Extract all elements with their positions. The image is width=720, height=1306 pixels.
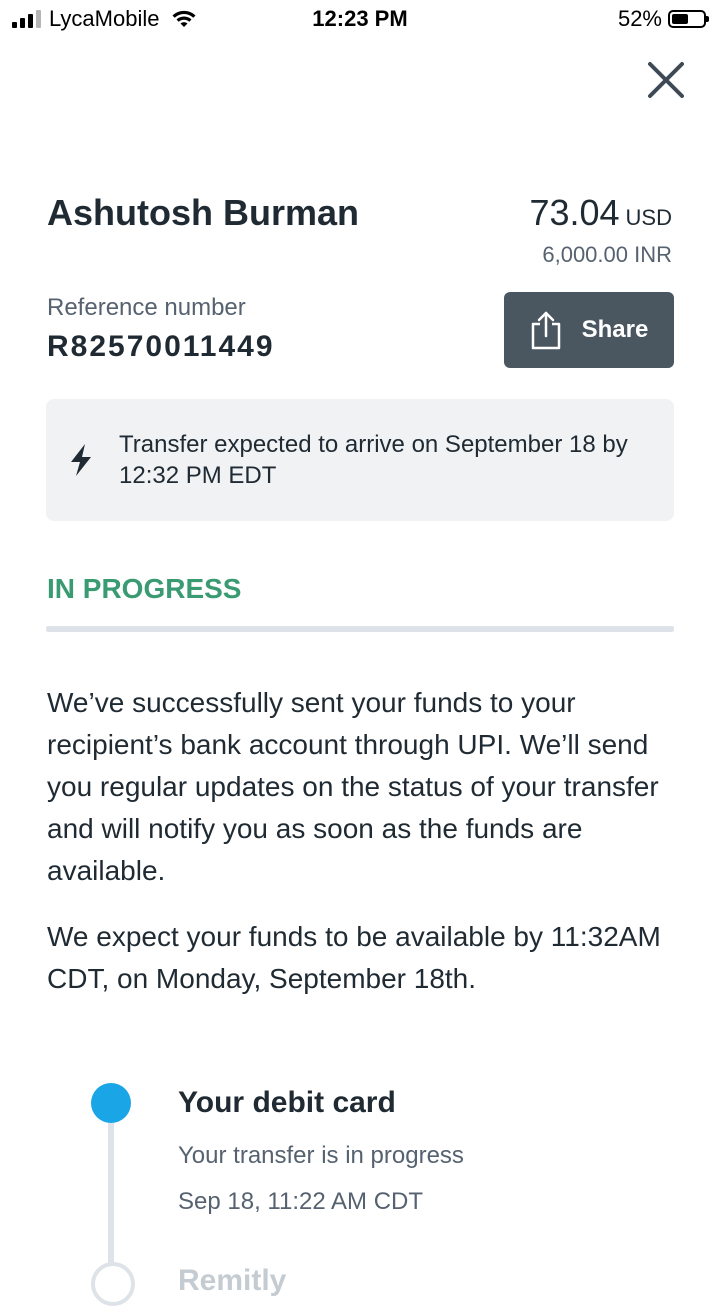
close-button[interactable] [642, 56, 690, 104]
status-right: 52% [617, 6, 709, 32]
timeline-dot-active [91, 1083, 131, 1123]
amount-value: 73.04 [529, 192, 620, 233]
recipient-name: Ashutosh Burman [47, 192, 360, 233]
reference-number: R82570011449 [47, 330, 275, 363]
timeline-step-date: Sep 18, 11:22 AM CDT [178, 1188, 424, 1215]
status-message: We’ve successfully sent your funds to yo… [47, 687, 659, 886]
share-label: Share [581, 316, 649, 343]
share-icon [531, 311, 560, 350]
availability-message: We expect your funds to be available by … [47, 921, 661, 994]
timeline-step-title-next: Remitly [178, 1264, 287, 1297]
status-time: 12:23 PM [312, 6, 408, 31]
reference-label: Reference number [47, 294, 246, 321]
status-title: IN PROGRESS [47, 573, 242, 604]
status-divider [46, 626, 674, 632]
lightning-icon [71, 444, 91, 476]
send-amount: 73.04 USD [529, 192, 672, 234]
battery-icon [668, 10, 709, 28]
eta-text: Transfer expected to arrive on September… [119, 431, 628, 489]
eta-banner: Transfer expected to arrive on September… [46, 399, 674, 521]
timeline-dot-pending [91, 1262, 135, 1306]
converted-amount: 6,000.00 INR [542, 242, 672, 267]
close-icon [648, 62, 684, 98]
share-button[interactable]: Share [504, 292, 674, 368]
status-bar: LycaMobile 12:23 PM 52% [0, 0, 720, 40]
amount-currency: USD [625, 205, 672, 230]
battery-percent: 52% [617, 6, 662, 31]
timeline-line [108, 1110, 114, 1280]
timeline-step-title: Your debit card [178, 1086, 396, 1119]
timeline-step-status: Your transfer is in progress [178, 1142, 464, 1169]
